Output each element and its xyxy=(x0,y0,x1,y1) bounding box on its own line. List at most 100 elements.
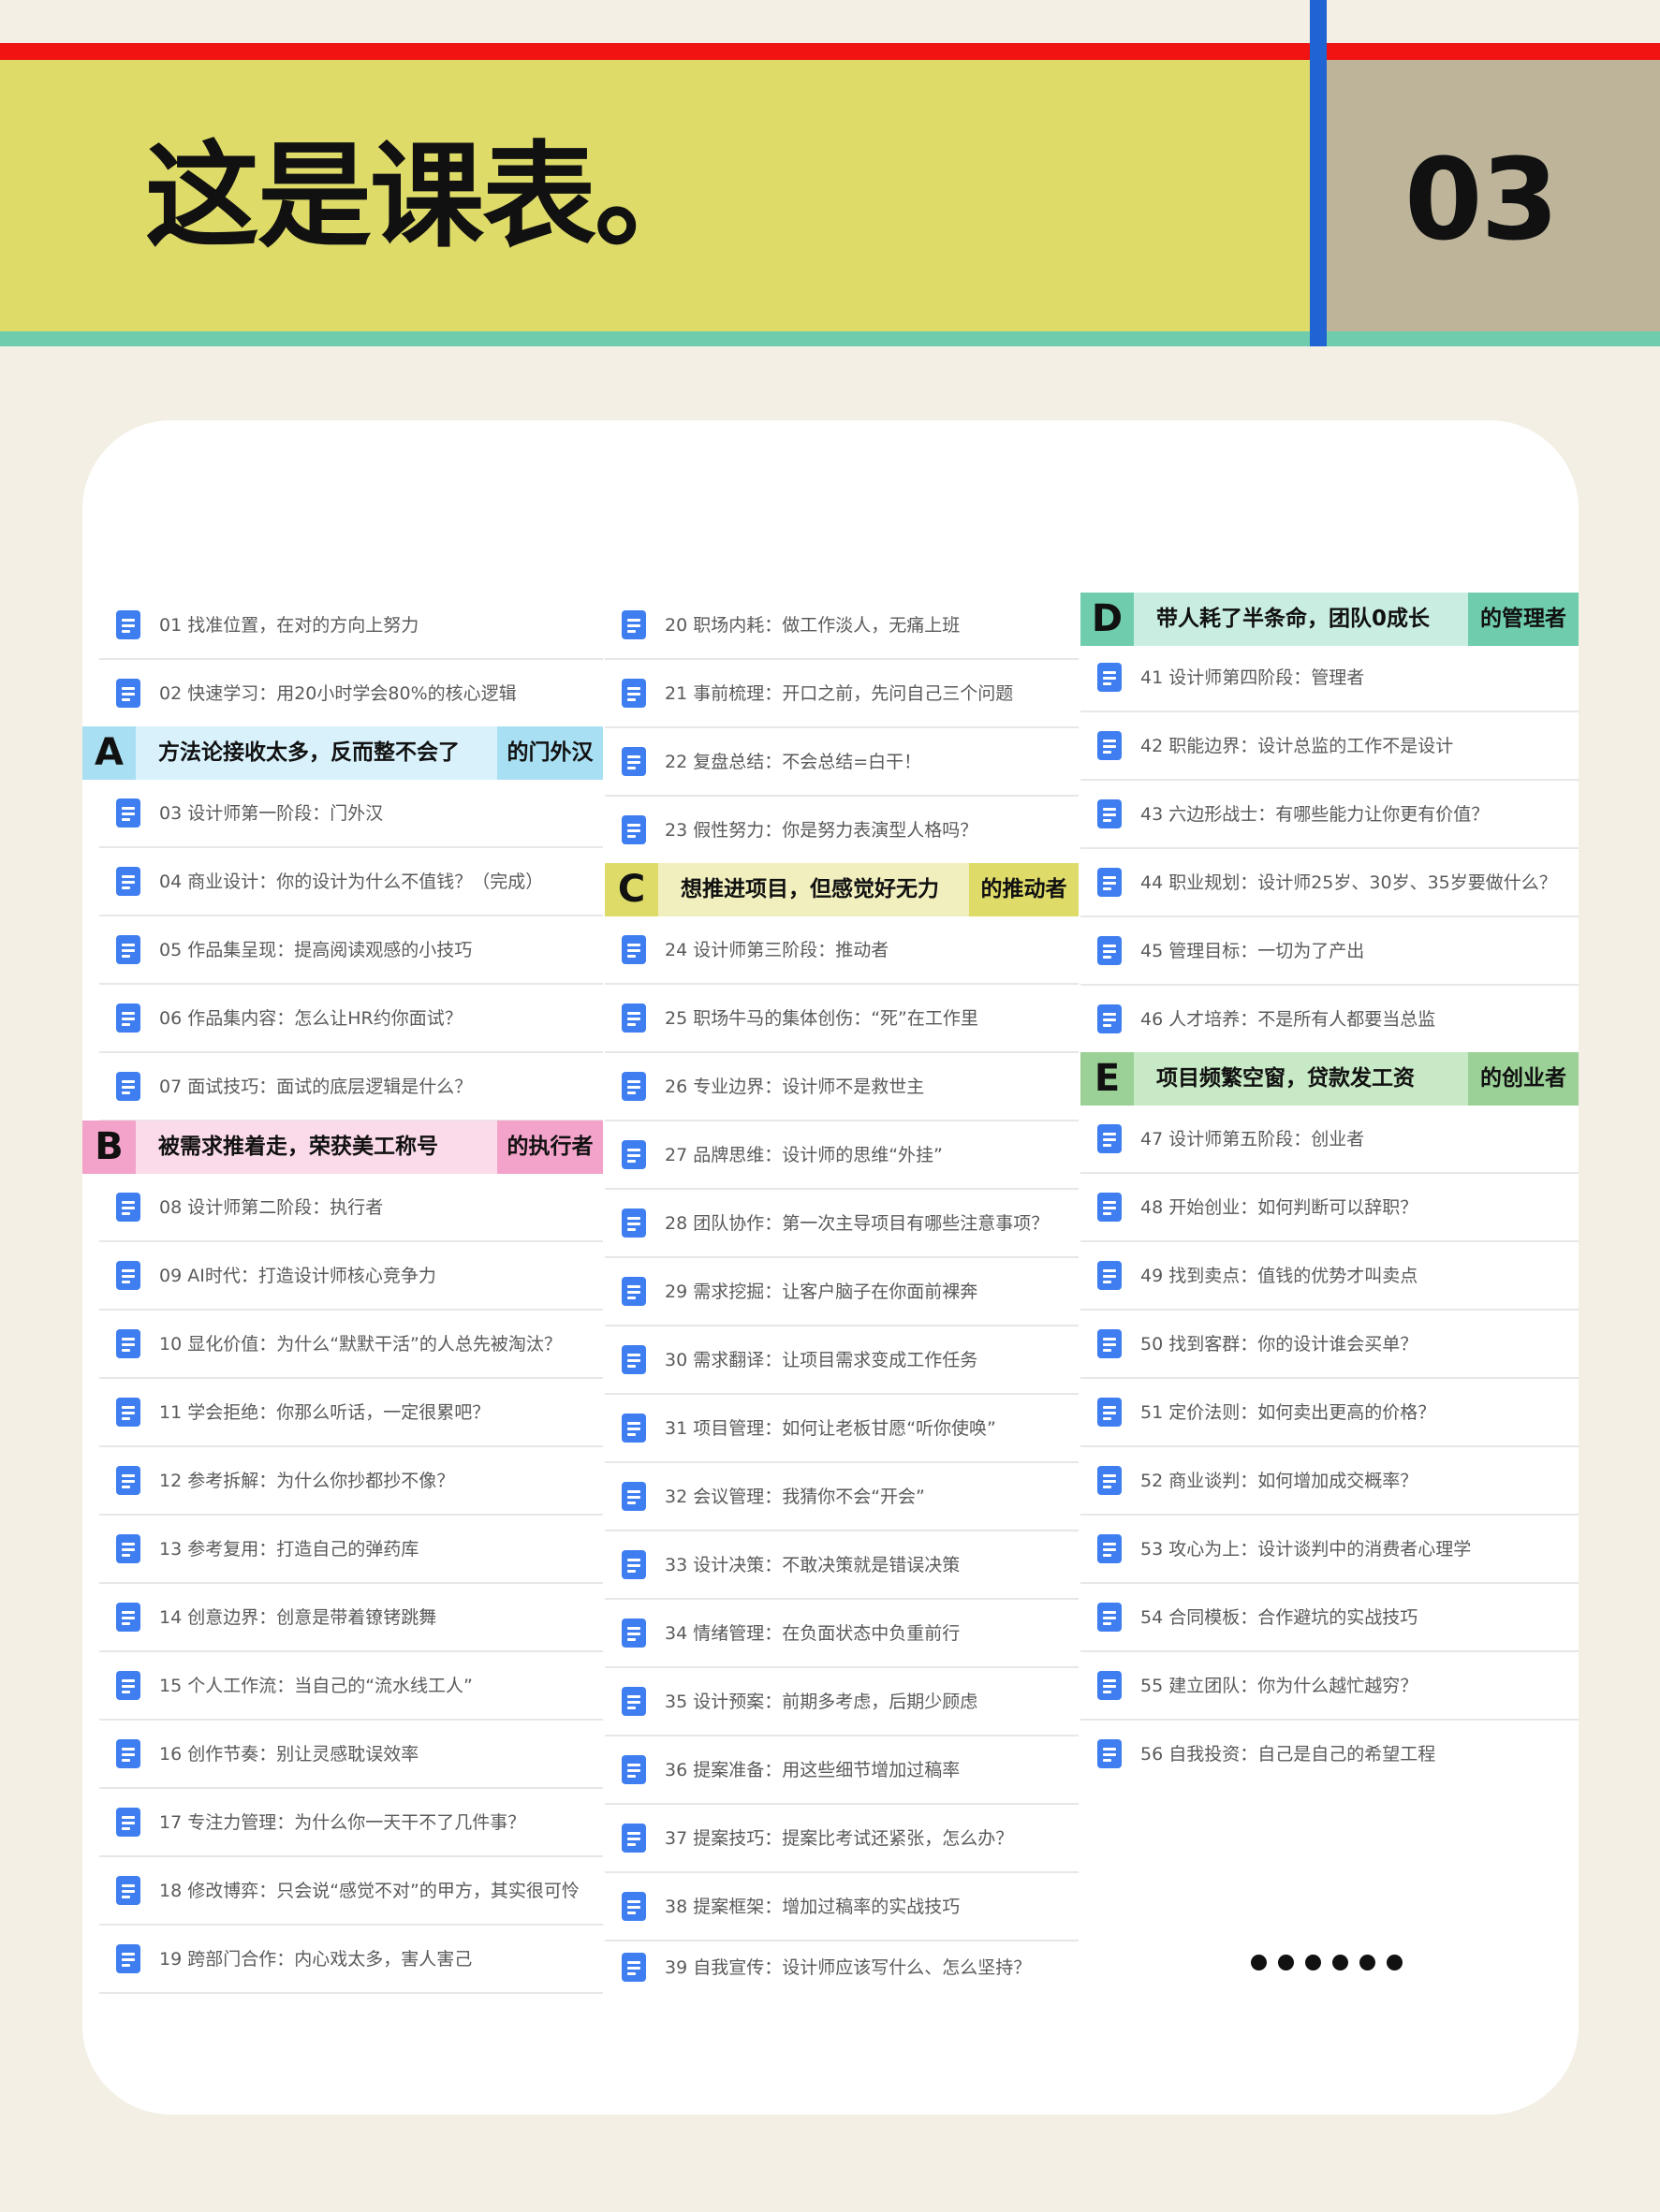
lesson-item[interactable]: 44 职业规划：设计师25岁、30岁、35岁要做什么？ xyxy=(1080,849,1579,917)
lesson-title: 53 攻心为上：设计谈判中的消费者心理学 xyxy=(1140,1539,1472,1560)
lesson-item[interactable]: 56 自我投资：自己是自己的希望工程 xyxy=(1080,1721,1579,1789)
lesson-item[interactable]: 07 面试技巧：面试的底层逻辑是什么？ xyxy=(99,1053,603,1121)
lesson-item[interactable]: 48 开始创业：如何判断可以辞职？ xyxy=(1080,1174,1579,1242)
document-icon xyxy=(116,867,140,896)
lesson-title: 54 合同模板：合作避坑的实战技巧 xyxy=(1140,1607,1418,1628)
lesson-title: 46 人才培养：不是所有人都要当总监 xyxy=(1140,1009,1436,1030)
section-tag: 的执行者 xyxy=(497,1121,603,1174)
lesson-title: 37 提案技巧：提案比考试还紧张，怎么办？ xyxy=(665,1828,1014,1849)
lesson-item[interactable]: 09 AI时代：打造设计师核心竞争力 xyxy=(99,1242,603,1311)
lesson-item[interactable]: 41 设计师第四阶段：管理者 xyxy=(1080,644,1579,712)
document-icon xyxy=(622,1003,646,1033)
lesson-item[interactable]: 18 修改博弈：只会说“感觉不对”的甲方，其实很可怜 xyxy=(99,1857,603,1926)
lesson-item[interactable]: 32 会议管理：我猜你不会“开会” xyxy=(605,1463,1079,1531)
lesson-item[interactable]: 43 六边形战士：有哪些能力让你更有价值？ xyxy=(1080,781,1579,849)
document-icon xyxy=(116,935,140,964)
document-icon xyxy=(1097,1739,1122,1768)
lesson-title: 11 学会拒绝：你那么听话，一定很累吧？ xyxy=(159,1402,491,1423)
page-title: 这是课表。 xyxy=(145,130,709,263)
lesson-item[interactable]: 49 找到卖点：值钱的优势才叫卖点 xyxy=(1080,1242,1579,1311)
document-icon xyxy=(1097,1671,1122,1700)
section-banner-c: C 想推进项目，但感觉好无力 的推动者 xyxy=(605,863,1079,916)
document-icon xyxy=(1097,868,1122,897)
lesson-item[interactable]: 16 创作节奏：别让灵感耽误效率 xyxy=(99,1721,603,1789)
document-icon xyxy=(116,798,140,828)
lesson-item[interactable]: 06 作品集内容：怎么让HR约你面试？ xyxy=(99,985,603,1053)
lesson-item[interactable]: 24 设计师第三阶段：推动者 xyxy=(605,916,1079,985)
lesson-item[interactable]: 51 定价法则：如何卖出更高的价格？ xyxy=(1080,1379,1579,1447)
document-icon xyxy=(116,1534,140,1563)
lesson-item[interactable]: 01 找准位置，在对的方向上努力 xyxy=(99,592,603,660)
lesson-item[interactable]: 39 自我宣传：设计师应该写什么、怎么坚持？ xyxy=(605,1934,1079,2002)
lesson-item[interactable]: 36 提案准备：用这些细节增加过稿率 xyxy=(605,1736,1079,1805)
lesson-title: 21 事前梳理：开口之前，先问自己三个问题 xyxy=(665,683,1014,704)
lesson-item[interactable]: 50 找到客群：你的设计谁会买单？ xyxy=(1080,1311,1579,1379)
lesson-item[interactable]: 46 人才培养：不是所有人都要当总监 xyxy=(1080,986,1579,1054)
lesson-item[interactable]: 05 作品集呈现：提高阅读观感的小技巧 xyxy=(99,916,603,985)
document-icon xyxy=(116,1329,140,1358)
document-icon xyxy=(116,1671,140,1700)
lesson-title: 52 商业谈判：如何增加成交概率？ xyxy=(1140,1471,1418,1491)
lesson-title: 28 团队协作：第一次主导项目有哪些注意事项？ xyxy=(665,1213,1050,1234)
document-icon xyxy=(622,1072,646,1101)
lesson-title: 48 开始创业：如何判断可以辞职？ xyxy=(1140,1197,1418,1218)
lesson-item[interactable]: 31 项目管理：如何让老板甘愿“听你使唤” xyxy=(605,1395,1079,1463)
document-icon xyxy=(116,1003,140,1033)
lesson-title: 47 设计师第五阶段：创业者 xyxy=(1140,1129,1365,1150)
document-icon xyxy=(116,1739,140,1768)
document-icon xyxy=(1097,1261,1122,1290)
lesson-item[interactable]: 20 职场内耗：做工作淡人，无痛上班 xyxy=(605,592,1079,660)
lesson-title: 30 需求翻译：让项目需求变成工作任务 xyxy=(665,1350,978,1370)
lesson-item[interactable]: 25 职场牛马的集体创伤：“死”在工作里 xyxy=(605,985,1079,1053)
document-icon xyxy=(1097,663,1122,692)
document-icon xyxy=(622,1953,646,1982)
lesson-item[interactable]: 10 显化价值：为什么“默默干活”的人总先被淘汰？ xyxy=(99,1311,603,1379)
lesson-item[interactable]: 45 管理目标：一切为了产出 xyxy=(1080,917,1579,986)
section-letter: B xyxy=(82,1121,136,1174)
lesson-item[interactable]: 33 设计决策：不敢决策就是错误决策 xyxy=(605,1531,1079,1600)
lesson-item[interactable]: 08 设计师第二阶段：执行者 xyxy=(99,1174,603,1242)
lesson-title: 42 职能边界：设计总监的工作不是设计 xyxy=(1140,736,1454,756)
lesson-item[interactable]: 03 设计师第一阶段：门外汉 xyxy=(99,780,603,848)
lesson-item[interactable]: 42 职能边界：设计总监的工作不是设计 xyxy=(1080,712,1579,781)
lesson-title: 23 假性努力：你是努力表演型人格吗？ xyxy=(665,820,978,841)
lesson-item[interactable]: 29 需求挖掘：让客户脑子在你面前裸奔 xyxy=(605,1258,1079,1326)
lesson-item[interactable]: 55 建立团队：你为什么越忙越穷？ xyxy=(1080,1652,1579,1721)
lesson-item[interactable]: 13 参考复用：打造自己的弹药库 xyxy=(99,1516,603,1584)
lesson-title: 13 参考复用：打造自己的弹药库 xyxy=(159,1539,419,1560)
lesson-item[interactable]: 47 设计师第五阶段：创业者 xyxy=(1080,1106,1579,1174)
lesson-item[interactable]: 12 参考拆解：为什么你抄都抄不像？ xyxy=(99,1447,603,1516)
lesson-item[interactable]: 27 品牌思维：设计师的思维“外挂” xyxy=(605,1121,1079,1190)
lesson-item[interactable]: 38 提案框架：增加过稿率的实战技巧 xyxy=(605,1873,1079,1941)
lesson-title: 14 创意边界：创意是带着镣铐跳舞 xyxy=(159,1607,437,1628)
lesson-item[interactable]: 53 攻心为上：设计谈判中的消费者心理学 xyxy=(1080,1516,1579,1584)
lesson-item[interactable]: 30 需求翻译：让项目需求变成工作任务 xyxy=(605,1326,1079,1395)
document-icon xyxy=(622,1277,646,1306)
lesson-item[interactable]: 26 专业边界：设计师不是救世主 xyxy=(605,1053,1079,1121)
lesson-item[interactable]: 34 情绪管理：在负面状态中负重前行 xyxy=(605,1600,1079,1668)
lesson-item[interactable]: 35 设计预案：前期多考虑，后期少顾虑 xyxy=(605,1668,1079,1736)
lesson-title: 29 需求挖掘：让客户脑子在你面前裸奔 xyxy=(665,1282,978,1302)
lesson-item[interactable]: 28 团队协作：第一次主导项目有哪些注意事项？ xyxy=(605,1190,1079,1258)
lesson-item[interactable]: 15 个人工作流：当自己的“流水线工人” xyxy=(99,1652,603,1721)
document-icon xyxy=(622,747,646,776)
lesson-item[interactable]: 52 商业谈判：如何增加成交概率？ xyxy=(1080,1447,1579,1516)
lesson-item[interactable]: 11 学会拒绝：你那么听话，一定很累吧？ xyxy=(99,1379,603,1447)
lesson-item[interactable]: 04 商业设计：你的设计为什么不值钱？（完成） xyxy=(99,848,603,916)
lesson-item[interactable]: 02 快速学习：用20小时学会80%的核心逻辑 xyxy=(99,660,603,728)
lesson-item[interactable]: 14 创意边界：创意是带着镣铐跳舞 xyxy=(99,1584,603,1652)
lesson-item[interactable]: 37 提案技巧：提案比考试还紧张，怎么办？ xyxy=(605,1805,1079,1873)
header-blue-divider xyxy=(1310,0,1327,346)
section-banner-e: E 项目频繁空窗，贷款发工资 的创业者 xyxy=(1080,1052,1579,1106)
document-icon xyxy=(622,1209,646,1238)
lesson-item[interactable]: 21 事前梳理：开口之前，先问自己三个问题 xyxy=(605,660,1079,728)
lesson-item[interactable]: 23 假性努力：你是努力表演型人格吗？ xyxy=(605,797,1079,865)
lesson-item[interactable]: 17 专注力管理：为什么你一天干不了几件事？ xyxy=(99,1789,603,1857)
lesson-title: 43 六边形战士：有哪些能力让你更有价值？ xyxy=(1140,804,1490,825)
lesson-item[interactable]: 19 跨部门合作：内心戏太多，害人害己 xyxy=(99,1926,603,1994)
lesson-title: 20 职场内耗：做工作淡人，无痛上班 xyxy=(665,615,961,636)
lesson-item[interactable]: 54 合同模板：合作避坑的实战技巧 xyxy=(1080,1584,1579,1652)
lesson-title: 38 提案框架：增加过稿率的实战技巧 xyxy=(665,1897,961,1917)
lesson-item[interactable]: 22 复盘总结：不会总结=白干！ xyxy=(605,728,1079,797)
lesson-title: 56 自我投资：自己是自己的希望工程 xyxy=(1140,1744,1436,1765)
